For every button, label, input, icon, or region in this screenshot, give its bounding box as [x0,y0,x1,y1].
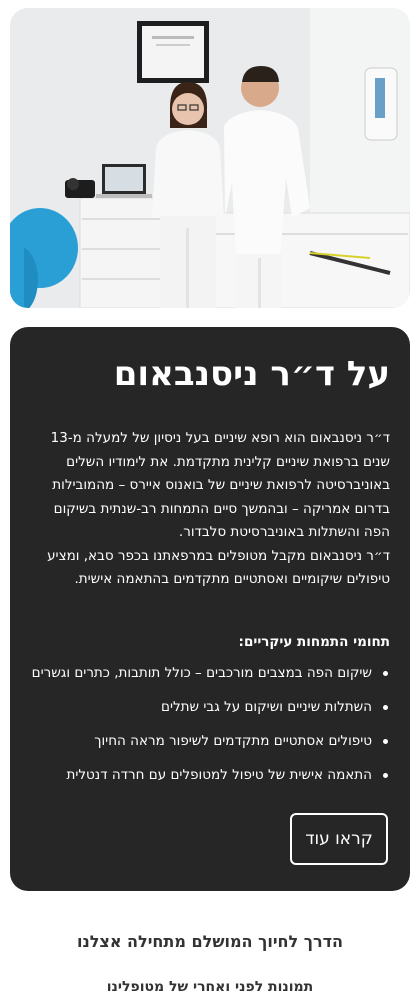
before-after-subtitle: תמונות לפני ואחרי של מטופלינו [106,979,314,995]
dentist-team-photo [10,8,410,308]
journey-title: הדרך לחיוך המושלם מתחילה אצלנו [76,932,344,951]
about-title: על ד״ר ניסנבאום [113,354,390,394]
specialties-heading: תחומי התמחות עיקריים: [238,633,390,650]
specialties-list: שיקום הפה במצבים מורכבים – כולל תותבות, … [30,662,390,787]
list-item: שיקום הפה במצבים מורכבים – כולל תותבות, … [30,662,388,685]
bio-paragraph: ד״ר ניסנבאום מקבל מטופלים במרפאתנו בכפר … [47,547,390,588]
list-item: טיפולים אסתטיים מתקדמים לשיפור מראה החיו… [30,730,388,753]
clinic-photo-illustration [10,8,410,308]
about-bio: ד״ר ניסנבאום הוא רופא שיניים בעל ניסיון … [30,427,390,592]
bio-paragraph: ד״ר ניסנבאום הוא רופא שיניים בעל ניסיון … [50,430,390,540]
read-more-button[interactable]: קראו עוד [290,813,388,865]
list-item: השתלות שיניים ושיקום על גבי שתלים [30,696,388,719]
list-item: התאמה אישית של טיפול למטופלים עם חרדה דנ… [30,764,388,787]
about-doctor-card: על ד״ר ניסנבאום ד״ר ניסנבאום הוא רופא שי… [10,327,410,891]
